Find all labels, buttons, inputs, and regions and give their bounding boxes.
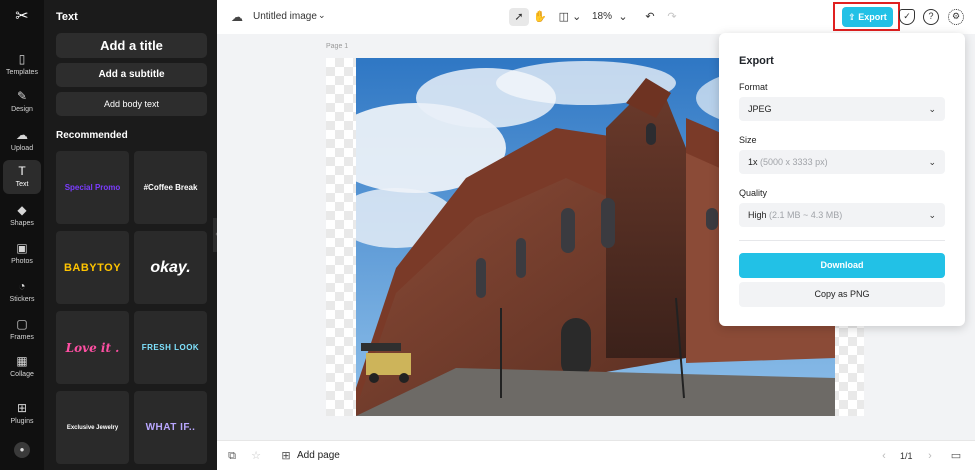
rail-item-label: Shapes [10,220,34,227]
chevron-down-icon: ⌄ [928,104,936,114]
photos-icon: ▣ [16,241,28,255]
template-label: BABYTOY [63,261,122,274]
collage-icon: ▦ [16,354,28,368]
text-template-coffee-break[interactable]: #Coffee Break [134,151,207,224]
layers-icon[interactable]: ⧉ [225,449,239,463]
rail-item-frames[interactable]: ▢ Frames [3,313,41,347]
frames-icon: ▢ [16,317,28,331]
text-template-what-if[interactable]: WHAT IF.. [134,391,207,464]
size-detail: (5000 x 3333 px) [760,157,828,167]
shield-icon[interactable]: ✓ [899,9,915,25]
size-value: 1x [748,157,758,167]
rail-item-text[interactable]: T Text [3,160,41,194]
text-template-special-promo[interactable]: Special Promo [56,151,129,224]
select-pointer-icon[interactable]: ➚ [509,8,529,26]
add-page-button[interactable]: Add page [297,450,340,461]
zoom-level[interactable]: 18% [592,11,612,22]
rail-item-design[interactable]: ✎ Design [3,85,41,119]
prev-page-icon[interactable]: ‹ [877,449,891,463]
plugins-icon: ⊞ [16,401,28,415]
text-template-okay[interactable]: okay. [134,231,207,304]
chevron-down-icon: ⌄ [928,157,936,167]
stickers-icon: ◔ [18,279,26,293]
quality-select[interactable]: High (2.1 MB ~ 4.3 MB) ⌄ [739,203,945,227]
rail-item-stickers[interactable]: ◔ Stickers [3,275,41,309]
rail-item-label: Frames [10,334,34,341]
rail-item-collage[interactable]: ▦ Collage [3,350,41,384]
chevron-down-icon: ⌄ [928,210,936,220]
template-label: FRESH LOOK [141,343,200,352]
upload-icon: ☁ [16,128,28,142]
copy-as-png-button[interactable]: Copy as PNG [739,282,945,307]
undo-icon[interactable]: ↶ [642,8,658,26]
rail-item-label: Design [11,106,33,113]
chevron-down-icon[interactable]: ⌄ [318,10,326,21]
top-toolbar: ☁ Untitled image ⌄ ➚ ✋ ◫ ⌄ 18% ⌄ ↶ ↷ ⇪ E… [217,0,975,34]
rail-item-upload[interactable]: ☁ Upload [3,124,41,158]
size-label: Size [739,135,757,145]
template-label: Love it . [65,340,120,355]
format-value: JPEG [748,104,772,114]
next-page-icon[interactable]: › [923,449,937,463]
text-template-fresh-look[interactable]: FRESH LOOK [134,311,207,384]
zoom-chevron-icon[interactable]: ⌄ [617,8,629,26]
redo-icon[interactable]: ↷ [664,8,680,26]
text-template-love-it[interactable]: Love it . [56,311,129,384]
hand-pan-icon[interactable]: ✋ [531,8,549,26]
star-icon[interactable]: ☆ [249,449,263,463]
rail-item-templates[interactable]: ▯ Templates [3,48,41,82]
icon-rail: ✂ ▯ Templates ✎ Design ☁ Upload T Text ◆ Shapes ▣ P… [0,0,44,470]
rail-item-label: Upload [10,145,34,152]
rail-item-label: Collage [10,371,34,378]
rail-item-label: Photos [11,258,33,265]
add-page-icon[interactable]: ⊞ [279,449,293,463]
page-label: Page 1 [326,43,349,50]
rail-item-label: Templates [6,69,38,76]
templates-icon: ▯ [18,52,26,66]
text-panel: Text Add a title Add a subtitle Add body… [44,0,217,470]
panel-title: Text [56,11,78,23]
rail-item-label: Stickers [9,296,35,303]
export-panel-title: Export [739,55,774,67]
divider [739,240,945,241]
cloud-save-icon[interactable]: ☁ [229,9,245,25]
rail-item-plugins[interactable]: ⊞ Plugins [3,397,41,431]
export-panel: Export Format JPEG ⌄ Size 1x (5000 x 333… [719,33,965,326]
download-button[interactable]: Download [739,253,945,278]
add-body-text-button[interactable]: Add body text [56,92,207,116]
format-select[interactable]: JPEG ⌄ [739,97,945,121]
text-template-babytoy[interactable]: BABYTOY [56,231,129,304]
template-label: okay. [150,258,191,276]
text-template-exclusive-jewelry[interactable]: Exclusive Jewelry [56,391,129,464]
template-label: WHAT IF.. [145,422,196,433]
account-icon[interactable]: ● [14,442,30,458]
help-icon[interactable]: ? [923,9,939,25]
format-label: Format [739,82,768,92]
rail-item-photos[interactable]: ▣ Photos [3,237,41,271]
rail-item-shapes[interactable]: ◆ Shapes [3,199,41,233]
design-icon: ✎ [16,89,28,103]
layout-dropdown-icon[interactable]: ◫ ⌄ [557,8,583,26]
gear-icon[interactable]: ⚙ [948,9,964,25]
size-select[interactable]: 1x (5000 x 3333 px) ⌄ [739,150,945,174]
rail-item-label: Plugins [10,418,34,425]
document-title[interactable]: Untitled image [253,11,317,22]
pages-grid-icon[interactable]: ▭ [949,449,963,463]
quality-detail: (2.1 MB ~ 4.3 MB) [769,210,843,220]
add-subtitle-button[interactable]: Add a subtitle [56,63,207,87]
page-counter: 1/1 [900,451,913,461]
rail-item-label: Text [15,181,29,188]
text-icon: T [18,164,26,178]
quality-value: High [748,210,767,220]
add-title-button[interactable]: Add a title [56,33,207,58]
template-label: Exclusive Jewelry [66,424,119,431]
shapes-icon: ◆ [17,203,27,217]
template-label: Special Promo [64,183,121,192]
template-label: #Coffee Break [143,183,198,192]
recommended-heading: Recommended [56,130,128,141]
app-logo[interactable]: ✂ [13,8,31,26]
bottom-toolbar: ⧉ ☆ ⊞ Add page ‹ 1/1 › ▭ [217,440,975,470]
export-highlight [833,2,900,31]
quality-label: Quality [739,188,768,198]
